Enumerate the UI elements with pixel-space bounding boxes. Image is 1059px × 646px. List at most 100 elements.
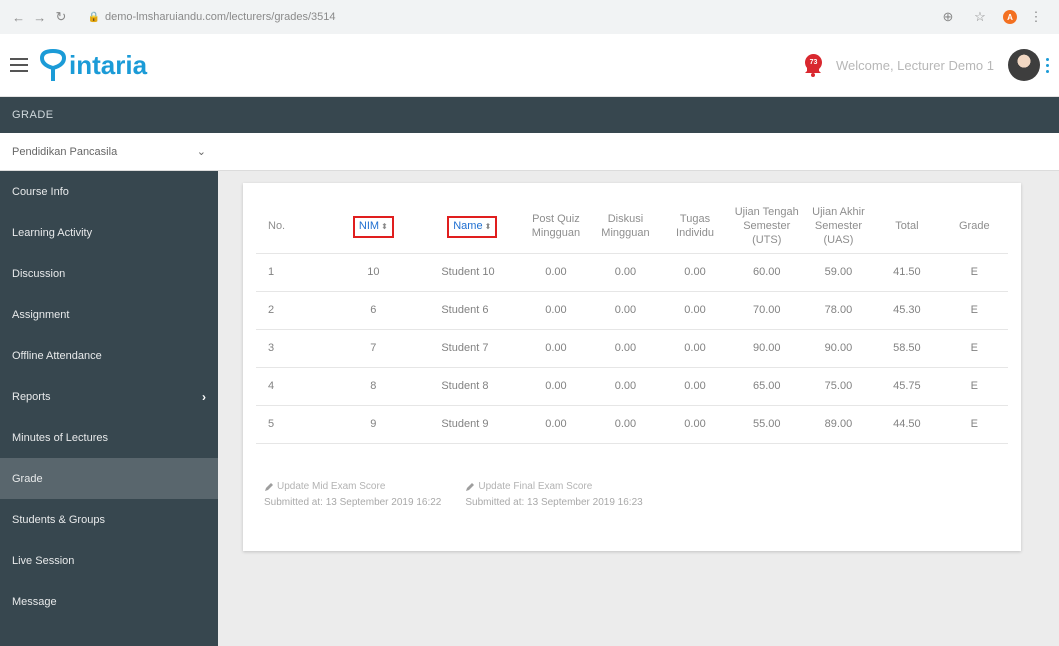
course-select[interactable]: Pendidikan Pancasila ⌄ (0, 133, 218, 171)
sidebar-item-label: Reports (12, 390, 51, 403)
table-row: 2 6 Student 6 0.00 0.00 0.00 70.00 78.00… (256, 291, 1008, 330)
notification-bell-icon[interactable]: 73 (800, 52, 826, 78)
cell-uas: 90.00 (803, 329, 874, 368)
grade-card: No. NIM ⬍ Name ⬍ Post Quiz Mingguan Diskusi… (243, 183, 1021, 551)
sidebar-item-label: Assignment (12, 308, 70, 321)
sidebar-item-learning-activity[interactable]: Learning Activity (0, 212, 218, 253)
reload-icon[interactable]: ↻ (52, 9, 69, 25)
zoom-icon[interactable]: ⊕ (939, 9, 957, 25)
extension-icon[interactable]: A (1003, 10, 1017, 24)
sidebar-item-label: Students & Groups (12, 513, 105, 526)
cell-nim: 6 (323, 291, 424, 330)
update-mid-exam-label: Update Mid Exam Score (277, 481, 386, 492)
header-nim-label: NIM (358, 219, 380, 232)
cell-uas: 75.00 (803, 367, 874, 406)
sidebar-item-offline-attendance[interactable]: Offline Attendance (0, 335, 218, 376)
sidebar-item-label: Live Session (12, 554, 75, 567)
header-grade: Grade (940, 201, 1008, 254)
chevron-right-icon: › (202, 389, 206, 404)
cell-diskusi: 0.00 (590, 405, 661, 444)
header-uas-line2: Semester (814, 219, 862, 232)
browser-menu-icon[interactable]: ⋮ (1027, 9, 1045, 25)
header-uts-line1: Ujian Tengah (734, 206, 799, 219)
header-nim: NIM ⬍ (323, 201, 424, 254)
sidebar-item-label: Learning Activity (12, 226, 93, 239)
sidebar-item-course-info[interactable]: Course Info (0, 171, 218, 212)
cell-grade: E (940, 367, 1008, 406)
cell-uts: 70.00 (729, 291, 804, 330)
header-uts-line2: Semester (743, 219, 791, 232)
cell-diskusi: 0.00 (590, 253, 661, 292)
hamburger-menu-icon[interactable] (10, 58, 28, 72)
sidebar-item-label: Discussion (12, 267, 66, 280)
notification-count: 73 (805, 54, 822, 71)
cell-total: 45.75 (873, 367, 941, 406)
sidebar-item-minutes-of-lectures[interactable]: Minutes of Lectures (0, 417, 218, 458)
avatar[interactable] (1008, 49, 1040, 81)
cell-diskusi: 0.00 (590, 329, 661, 368)
more-options-icon[interactable] (1046, 57, 1049, 73)
sort-icon: ⬍ (484, 221, 492, 231)
sidebar-item-reports[interactable]: Reports › (0, 376, 218, 417)
header-tugas-line2: Individu (676, 226, 714, 239)
course-select-bar: Pendidikan Pancasila ⌄ (0, 133, 1059, 171)
header-post-quiz-line1: Post Quiz (532, 213, 580, 225)
cell-no: 3 (256, 329, 324, 368)
logo-mark-icon (39, 48, 67, 81)
star-icon[interactable]: ☆ (971, 9, 989, 25)
cell-tugas: 0.00 (660, 367, 730, 406)
header-uts-line3: (UTS) (752, 233, 782, 246)
sort-nim-button[interactable]: NIM ⬍ (352, 215, 394, 238)
table-header-row: No. NIM ⬍ Name ⬍ Post Quiz Mingguan Diskusi… (256, 201, 1008, 254)
sidebar-item-grade[interactable]: Grade (0, 458, 218, 499)
cell-grade: E (940, 405, 1008, 444)
cell-no: 2 (256, 291, 324, 330)
grade-table: No. NIM ⬍ Name ⬍ Post Quiz Mingguan Diskusi… (256, 201, 1008, 444)
cell-uas: 89.00 (803, 405, 874, 444)
sidebar-item-label: Course Info (12, 185, 69, 198)
logo[interactable]: intaria (38, 48, 147, 82)
cell-post-quiz: 0.00 (521, 253, 591, 292)
header-uts: Ujian Tengah Semester (UTS) (729, 201, 804, 254)
sort-name-button[interactable]: Name ⬍ (447, 215, 498, 238)
sidebar-item-live-session[interactable]: Live Session (0, 540, 218, 581)
header-diskusi-line2: Mingguan (601, 226, 650, 239)
cell-total: 41.50 (873, 253, 941, 292)
pencil-icon (265, 482, 273, 491)
url-text: demo-lmsharuiandu.com/lecturers/grades/3… (104, 11, 336, 23)
cell-grade: E (940, 329, 1008, 368)
sidebar-item-message[interactable]: Message (0, 581, 218, 622)
update-final-exam-link[interactable]: Update Final Exam Score (465, 481, 642, 492)
address-bar[interactable]: 🔒 demo-lmsharuiandu.com/lecturers/grades… (80, 5, 939, 29)
cell-no: 5 (256, 405, 324, 444)
welcome-text: Welcome, Lecturer Demo 1 (836, 57, 994, 73)
score-updates: Update Mid Exam Score Submitted at: 13 S… (264, 481, 643, 508)
lock-icon: 🔒 (87, 11, 100, 23)
cell-uts: 65.00 (729, 367, 804, 406)
pencil-icon (466, 482, 475, 491)
cell-diskusi: 0.00 (590, 291, 661, 330)
cell-name: Student 8 (423, 367, 522, 406)
logo-text: intaria (69, 49, 148, 80)
cell-nim: 8 (323, 367, 424, 406)
chevron-down-icon: ⌄ (196, 146, 206, 158)
back-icon[interactable]: ← (10, 10, 27, 25)
cell-no: 4 (256, 367, 324, 406)
cell-grade: E (940, 291, 1008, 330)
cell-total: 45.30 (873, 291, 941, 330)
cell-post-quiz: 0.00 (521, 291, 591, 330)
forward-icon[interactable]: → (31, 10, 48, 25)
sidebar-item-assignment[interactable]: Assignment (0, 294, 218, 335)
cell-no: 1 (256, 253, 324, 292)
mid-exam-submitted: Submitted at: 13 September 2019 16:22 (264, 497, 442, 508)
cell-nim: 9 (323, 405, 424, 444)
update-mid-exam-link[interactable]: Update Mid Exam Score (264, 481, 441, 492)
cell-tugas: 0.00 (660, 329, 730, 368)
cell-nim: 10 (323, 253, 424, 292)
sidebar-item-discussion[interactable]: Discussion (0, 253, 218, 294)
cell-name: Student 9 (423, 405, 522, 444)
cell-post-quiz: 0.00 (521, 367, 591, 406)
page-title: GRADE (12, 109, 54, 121)
app-header: intaria 73 Welcome, Lecturer Demo 1 (0, 34, 1059, 97)
sidebar-item-students-groups[interactable]: Students & Groups (0, 499, 218, 540)
